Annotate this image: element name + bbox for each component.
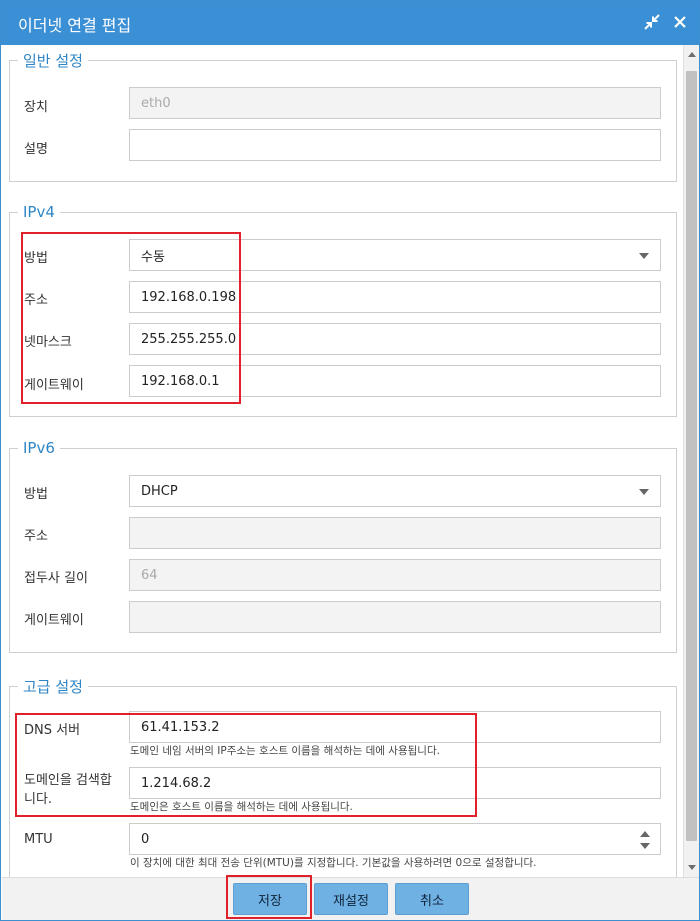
device-label: 장치	[24, 100, 48, 115]
close-icon[interactable]	[671, 13, 689, 31]
dialog-content: 일반 설정 장치 eth0 설명 IPv4 방법 수동 주소 192.168.0…	[2, 45, 683, 877]
save-button[interactable]: 저장	[233, 883, 307, 915]
dialog-footer: 저장 재설정 취소	[2, 875, 699, 920]
edit-ethernet-dialog: 이더넷 연결 편집 일반 설정 장치 eth0 설명 IPv4 방법 수동 주소…	[0, 0, 700, 921]
collapse-icon[interactable]	[643, 13, 661, 31]
ipv4-gateway-input[interactable]: 192.168.0.1	[129, 365, 661, 397]
dns-server-input[interactable]: 61.41.153.2	[129, 711, 661, 743]
mtu-label: MTU	[24, 832, 53, 847]
ipv6-method-label: 방법	[24, 487, 48, 502]
scroll-down-icon[interactable]	[688, 865, 696, 870]
scrollbar-thumb[interactable]	[686, 71, 697, 841]
ipv4-gateway-label: 게이트웨이	[24, 378, 84, 393]
dns-label: DNS 서버	[24, 723, 81, 738]
reset-button[interactable]: 재설정	[314, 883, 388, 915]
section-legend: 일반 설정	[23, 52, 83, 70]
mtu-hint: 이 장치에 대한 최대 전송 단위(MTU)를 지정합니다. 기본값을 사용하려…	[130, 857, 537, 869]
search-domain-hint: 도메인은 호스트 이름을 해석하는 데에 사용됩니다.	[130, 801, 353, 813]
mtu-stepper[interactable]: 0	[129, 823, 661, 855]
title-bar: 이더넷 연결 편집	[1, 1, 699, 45]
ipv4-netmask-input[interactable]: 255.255.255.0	[129, 323, 661, 355]
device-input[interactable]: eth0	[129, 87, 661, 119]
dns-hint: 도메인 네임 서버의 IP주소는 호스트 이름을 해석하는 데에 사용됩니다.	[130, 745, 440, 757]
description-input[interactable]	[129, 129, 661, 161]
search-domain-input[interactable]: 1.214.68.2	[129, 767, 661, 799]
section-legend: IPv6	[23, 439, 55, 457]
mtu-value: 0	[141, 831, 150, 847]
description-label: 설명	[24, 142, 48, 157]
ipv4-netmask-label: 넷마스크	[24, 335, 72, 350]
search-domain-label: 도메인을 검색합니다.	[24, 773, 112, 807]
ipv6-address-input[interactable]	[129, 517, 661, 549]
section-legend: IPv4	[23, 203, 55, 221]
spinner-arrows-icon[interactable]	[640, 831, 650, 849]
vertical-scrollbar[interactable]	[683, 45, 699, 877]
scroll-up-icon[interactable]	[688, 52, 696, 57]
ipv6-prefix-label: 접두사 길이	[24, 571, 88, 586]
section-legend: 고급 설정	[23, 678, 83, 696]
ipv6-gateway-label: 게이트웨이	[24, 613, 84, 628]
chevron-down-icon	[639, 489, 649, 495]
ipv4-address-input[interactable]: 192.168.0.198	[129, 281, 661, 313]
chevron-down-icon	[639, 253, 649, 259]
ipv6-prefix-input[interactable]: 64	[129, 559, 661, 591]
ipv6-gateway-input[interactable]	[129, 601, 661, 633]
ipv6-method-select[interactable]: DHCP	[129, 475, 661, 507]
ipv4-method-select[interactable]: 수동	[129, 239, 661, 271]
ipv6-address-label: 주소	[24, 529, 48, 544]
cancel-button[interactable]: 취소	[395, 883, 469, 915]
ipv4-method-label: 방법	[24, 251, 48, 266]
dialog-title: 이더넷 연결 편집	[18, 16, 132, 35]
ipv6-method-value: DHCP	[141, 483, 178, 499]
ipv4-method-value: 수동	[141, 249, 165, 265]
ipv4-address-label: 주소	[24, 293, 48, 308]
